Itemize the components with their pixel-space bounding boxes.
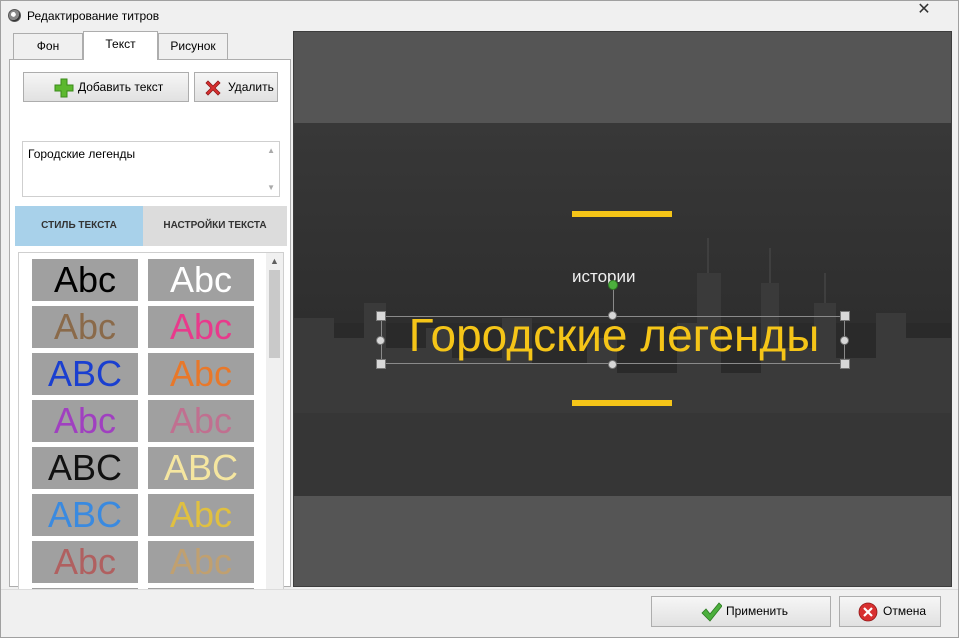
- text-input-area[interactable]: Городские легенды ▲ ▼: [22, 141, 280, 197]
- selection-box[interactable]: [381, 316, 845, 364]
- style-preset-item[interactable]: Abc: [148, 541, 254, 583]
- style-preset-item[interactable]: ABC: [32, 494, 138, 536]
- style-preset-item[interactable]: Abc: [148, 259, 254, 301]
- resize-handle-sw[interactable]: [376, 359, 386, 369]
- style-preset-item[interactable]: Abc: [148, 400, 254, 442]
- scroll-up-icon[interactable]: ▲: [266, 253, 283, 270]
- cancel-button[interactable]: Отмена: [839, 596, 941, 627]
- bottom-accent-line: [572, 400, 672, 406]
- resize-handle-n[interactable]: [608, 311, 617, 320]
- style-preset-list: Abc Abc Abc Abc ABC Abc Abc Abc ABC ABC ABC Abc Abc A…: [18, 252, 284, 610]
- preview-subtitle[interactable]: истории: [572, 267, 636, 287]
- style-preset-item[interactable]: ABC: [32, 353, 138, 395]
- tab-background[interactable]: Фон: [13, 33, 83, 59]
- preview-scene: истории Городские легенды: [294, 123, 951, 496]
- rotate-handle[interactable]: [608, 280, 618, 290]
- dialog-footer: Применить Отмена: [1, 589, 958, 637]
- style-preset-sample: Abc: [53, 541, 117, 582]
- resize-handle-se[interactable]: [840, 359, 850, 369]
- scroll-down-icon[interactable]: ▼: [267, 183, 275, 192]
- style-preset-item[interactable]: Abc: [148, 494, 254, 536]
- style-preset-sample: Abc: [169, 306, 233, 347]
- text-tab-panel: Добавить текст Удалить Городские легенды…: [9, 59, 291, 610]
- style-preset-item[interactable]: Abc: [32, 541, 138, 583]
- resize-handle-e[interactable]: [840, 336, 849, 345]
- editor-sidebar: Фон Текст Рисунок Добавить текст Удалить…: [9, 31, 291, 610]
- resize-handle-s[interactable]: [608, 360, 617, 369]
- style-preset-sample: Abc: [169, 541, 233, 582]
- resize-handle-w[interactable]: [376, 336, 385, 345]
- tab-text-style[interactable]: СТИЛЬ ТЕКСТА: [15, 206, 143, 246]
- style-preset-sample: Abc: [169, 353, 233, 394]
- style-preset-sample: ABC: [47, 447, 123, 488]
- style-preset-sample: ABC: [47, 353, 123, 394]
- cancel-label: Отмена: [883, 604, 927, 618]
- close-button[interactable]: ✕: [902, 1, 946, 21]
- title-editor-window: Редактирование титров ✕ Фон Текст Рисуно…: [0, 0, 959, 638]
- style-preset-sample: Abc: [53, 306, 117, 347]
- delete-icon: [205, 80, 221, 96]
- top-accent-line: [572, 211, 672, 217]
- style-tab-bar: СТИЛЬ ТЕКСТА НАСТРОЙКИ ТЕКСТА: [15, 206, 287, 246]
- preset-scrollbar[interactable]: ▲ ▼: [266, 253, 283, 609]
- add-text-button[interactable]: Добавить текст: [23, 72, 189, 102]
- style-preset-sample: Abc: [169, 494, 233, 535]
- title-bar: Редактирование титров ✕: [1, 1, 958, 29]
- delete-button[interactable]: Удалить: [194, 72, 278, 102]
- scroll-up-icon[interactable]: ▲: [267, 146, 275, 155]
- style-preset-item[interactable]: ABC: [148, 447, 254, 489]
- cancel-icon: [858, 602, 878, 622]
- tab-bar: Фон Текст Рисунок: [13, 31, 291, 60]
- app-icon: [8, 9, 21, 22]
- resize-handle-ne[interactable]: [840, 311, 850, 321]
- style-preset-item[interactable]: Abc: [32, 259, 138, 301]
- apply-label: Применить: [726, 604, 789, 618]
- resize-handle-nw[interactable]: [376, 311, 386, 321]
- style-preset-item[interactable]: ABC: [32, 447, 138, 489]
- style-preset-sample: Abc: [169, 259, 233, 300]
- style-preset-sample: ABC: [163, 447, 239, 488]
- scroll-thumb[interactable]: [269, 270, 280, 358]
- add-text-label: Добавить текст: [78, 80, 164, 94]
- apply-button[interactable]: Применить: [651, 596, 831, 627]
- style-preset-item[interactable]: Abc: [32, 400, 138, 442]
- plus-icon: [54, 78, 74, 98]
- style-preset-item[interactable]: Abc: [148, 353, 254, 395]
- style-preset-item[interactable]: Abc: [32, 306, 138, 348]
- checkmark-icon: [701, 602, 722, 622]
- style-preset-sample: Abc: [169, 400, 233, 441]
- style-preset-sample: ABC: [47, 494, 123, 535]
- style-preset-item[interactable]: Abc: [148, 306, 254, 348]
- preview-area: истории Городские легенды: [293, 31, 952, 587]
- delete-label: Удалить: [228, 80, 274, 94]
- tab-image[interactable]: Рисунок: [158, 33, 228, 59]
- tab-text[interactable]: Текст: [83, 31, 158, 60]
- text-input-value: Городские легенды: [28, 147, 136, 161]
- tab-text-settings[interactable]: НАСТРОЙКИ ТЕКСТА: [143, 206, 287, 246]
- style-preset-sample: Abc: [53, 400, 117, 441]
- window-title: Редактирование титров: [27, 9, 160, 23]
- style-preset-sample: Abc: [53, 259, 117, 300]
